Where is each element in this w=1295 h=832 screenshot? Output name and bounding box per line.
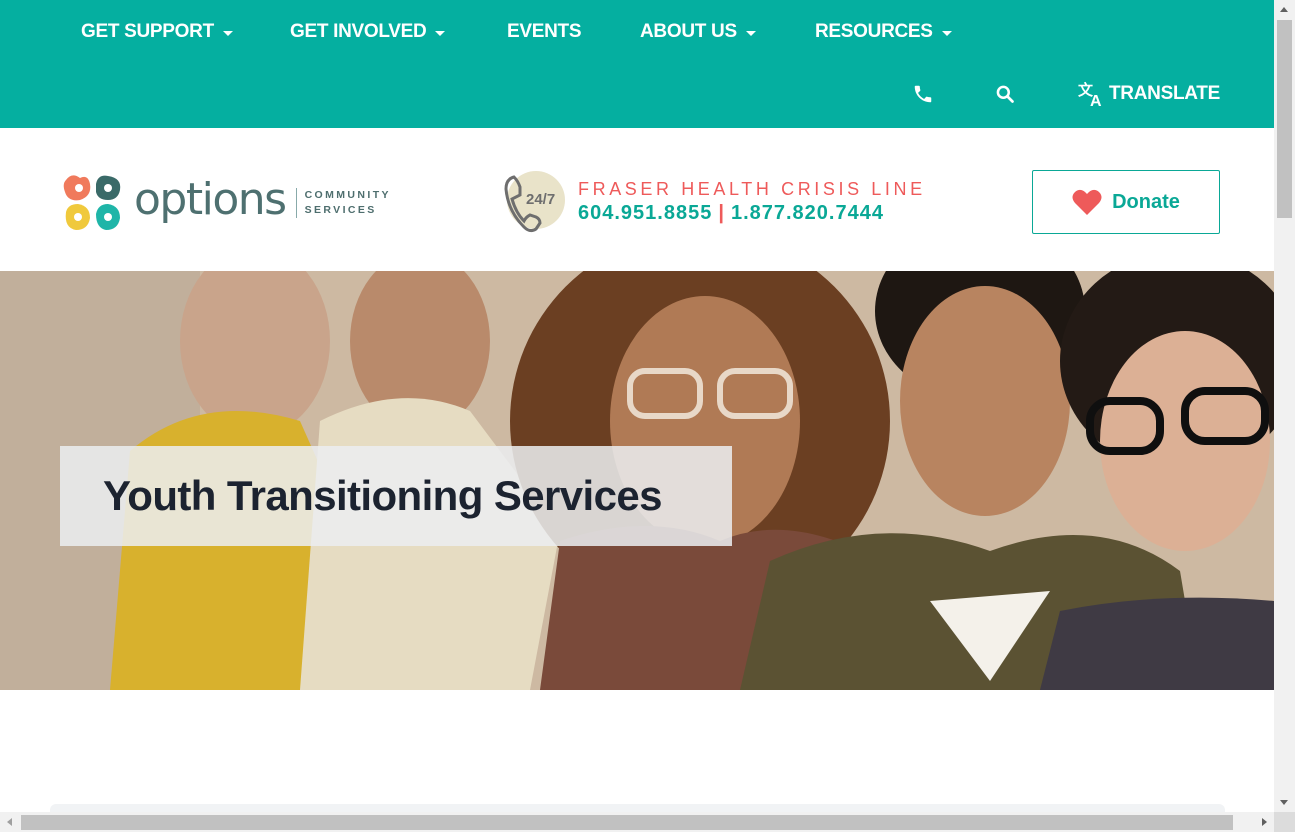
nav-events[interactable]: EVENTS [507, 18, 582, 46]
scroll-down-icon[interactable] [1280, 800, 1288, 805]
logo-subtitle: COMMUNITY SERVICES [305, 188, 391, 218]
vertical-scroll-thumb[interactable] [1277, 20, 1292, 218]
nav-get-support[interactable]: GET SUPPORT [81, 18, 233, 46]
vertical-scrollbar[interactable] [1274, 0, 1295, 812]
site-logo[interactable]: options COMMUNITY SERVICES [62, 172, 391, 234]
logo-divider [295, 188, 297, 218]
translate-button[interactable]: 文 A TRANSLATE [1077, 80, 1220, 108]
heart-icon [1072, 189, 1102, 215]
nav-resources[interactable]: RESOURCES [815, 18, 952, 46]
translate-label: TRANSLATE [1109, 83, 1220, 104]
search-icon [996, 85, 1014, 103]
scroll-right-icon[interactable] [1262, 818, 1267, 826]
scroll-up-icon[interactable] [1280, 7, 1288, 12]
crisis-badge-label: 24/7 [526, 191, 556, 208]
crisis-phone-badge: 24/7 [502, 171, 566, 233]
logo-sub-line1: COMMUNITY [304, 189, 391, 201]
site-header: options COMMUNITY SERVICES 24/7 FRASER H… [0, 128, 1274, 271]
hero-title-box: Youth Transitioning Services [60, 446, 732, 546]
crisis-phone-tollfree[interactable]: 1.877.820.7444 [731, 202, 884, 224]
scrollbar-corner [1274, 812, 1295, 832]
hero-banner: Youth Transitioning Services [0, 271, 1274, 690]
nav-label: GET SUPPORT [81, 21, 214, 42]
svg-text:A: A [1090, 93, 1102, 108]
phone-icon [914, 85, 932, 103]
nav-label: GET INVOLVED [290, 21, 427, 42]
caret-down-icon [941, 30, 952, 36]
horizontal-scroll-thumb[interactable] [21, 815, 1233, 830]
horizontal-scrollbar[interactable] [0, 812, 1274, 832]
top-navigation: GET SUPPORT GET INVOLVED EVENTS ABOUT US… [0, 0, 1274, 128]
donate-label: Donate [1112, 190, 1180, 213]
logo-mark-icon [63, 175, 121, 230]
logo-sub-line2: SERVICES [304, 204, 377, 216]
nav-get-involved[interactable]: GET INVOLVED [290, 18, 446, 46]
nav-label: EVENTS [507, 21, 582, 42]
crisis-phone-local[interactable]: 604.951.8855 [578, 202, 712, 224]
caret-down-icon [745, 30, 756, 36]
scroll-left-icon[interactable] [7, 818, 12, 826]
caret-down-icon [222, 30, 233, 36]
caret-down-icon [435, 30, 446, 36]
nav-label: ABOUT US [640, 21, 737, 42]
nav-label: RESOURCES [815, 21, 933, 42]
donate-button[interactable]: Donate [1032, 170, 1220, 234]
nav-about-us[interactable]: ABOUT US [640, 18, 756, 46]
phone-button[interactable] [912, 80, 934, 108]
search-button[interactable] [995, 80, 1015, 108]
logo-wordmark: options [134, 174, 287, 225]
translate-icon: 文 A [1078, 81, 1102, 108]
crisis-line: 24/7 FRASER HEALTH CRISIS LINE 604.951.8… [502, 171, 926, 233]
crisis-numbers: 604.951.8855 | 1.877.820.7444 [578, 200, 926, 226]
crisis-text: FRASER HEALTH CRISIS LINE 604.951.8855 | 1… [578, 178, 926, 226]
crisis-title: FRASER HEALTH CRISIS LINE [578, 179, 926, 199]
page-title: Youth Transitioning Services [103, 472, 662, 519]
crisis-separator: | [718, 202, 725, 224]
